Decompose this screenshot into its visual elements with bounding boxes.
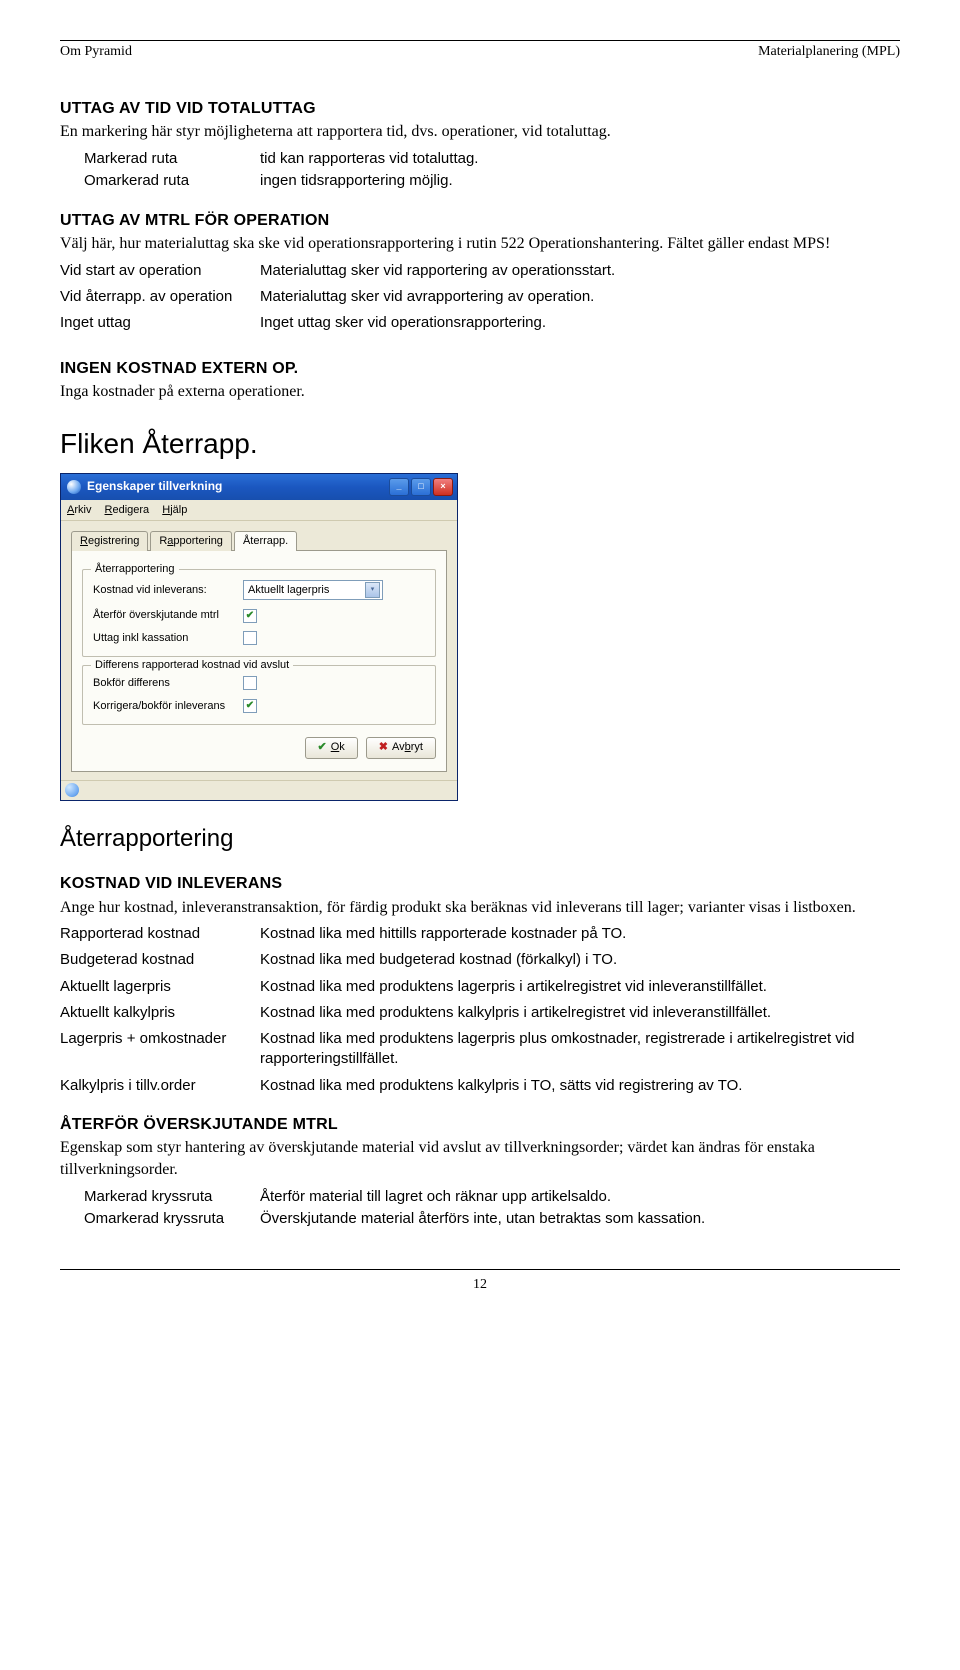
select-kostnad-vid-inleverans[interactable]: Aktuellt lagerpris ▾ [243,580,383,600]
app-icon [67,480,81,494]
header-right: Materialplanering (MPL) [758,43,900,62]
cancel-label: Avbryt [392,740,423,755]
definition-term: Vid återrapp. av operation [60,287,260,307]
definition-desc: Inget uttag sker vid operationsrapporter… [260,313,900,333]
tab-aterrapp[interactable]: Återrapp. [234,531,297,551]
header-left: Om Pyramid [60,43,132,62]
definition-term: Aktuellt kalkylpris [60,1003,260,1023]
menu-arkiv[interactable]: Arkiv [67,503,91,518]
definition-row: Vid start av operation Materialuttag ske… [60,261,900,281]
dialog-statusbar [61,780,457,800]
fieldset-aterrapportering: Återrapportering Kostnad vid inleverans:… [82,569,436,657]
definition-row: Omarkerad ruta ingen tidsrapportering mö… [60,171,900,191]
definition-row: Lagerpris + omkostnader Kostnad lika med… [60,1029,900,1070]
chevron-down-icon: ▾ [365,582,380,598]
select-value: Aktuellt lagerpris [248,583,329,598]
definition-term: Budgeterad kostnad [60,950,260,970]
definition-term: Markerad kryssruta [60,1187,260,1207]
checkbox-aterfor-overskjutande[interactable]: ✔ [243,609,257,623]
menu-redigera[interactable]: Redigera [105,503,150,518]
heading-fliken-aterrapp: Fliken Återrapp. [60,425,900,463]
definition-desc: Överskjutande material återförs inte, ut… [260,1209,900,1229]
cross-icon: ✖ [379,740,388,755]
definition-desc: Återför material till lagret och räknar … [260,1187,900,1207]
definition-term: Omarkerad ruta [60,171,260,191]
definition-row: Rapporterad kostnad Kostnad lika med hit… [60,924,900,944]
tab-rapportering[interactable]: Rapportering [150,531,232,551]
definition-term: Aktuellt lagerpris [60,977,260,997]
definition-row: Budgeterad kostnad Kostnad lika med budg… [60,950,900,970]
tab-panel: Återrapportering Kostnad vid inleverans:… [71,550,447,771]
label-aterfor-overskjutande: Återför överskjutande mtrl [93,608,243,623]
definition-row: Markerad ruta tid kan rapporteras vid to… [60,149,900,169]
definition-term: Vid start av operation [60,261,260,281]
section-title-kostnad-vid-inleverans: KOSTNAD VID INLEVERANS [60,873,900,895]
menu-hjalp[interactable]: Hjälp [162,503,187,518]
definition-desc: Materialuttag sker vid rapportering av o… [260,261,900,281]
definition-desc: tid kan rapporteras vid totaluttag. [260,149,900,169]
definition-desc: Kostnad lika med budgeterad kostnad (för… [260,950,900,970]
section-intro-ingen-kostnad: Inga kostnader på externa operationer. [60,381,900,403]
definition-desc: Kostnad lika med produktens kalkylpris i… [260,1076,900,1096]
page-header: Om Pyramid Materialplanering (MPL) [60,43,900,62]
definition-term: Lagerpris + omkostnader [60,1029,260,1070]
label-kostnad-vid-inleverans: Kostnad vid inleverans: [93,583,243,598]
definition-row: Inget uttag Inget uttag sker vid operati… [60,313,900,333]
section-title-uttag-mtrl: UTTAG AV MTRL FÖR OPERATION [60,210,900,232]
minimize-icon[interactable]: _ [389,478,409,496]
definition-desc: Kostnad lika med produktens lagerpris pl… [260,1029,900,1070]
fieldset-differens: Differens rapporterad kostnad vid avslut… [82,665,436,725]
definition-desc: Kostnad lika med produktens lagerpris i … [260,977,900,997]
section-intro-aterfor-overskjutande: Egenskap som styr hantering av överskjut… [60,1137,900,1180]
fieldset-legend: Återrapportering [91,562,179,577]
definition-row: Kalkylpris i tillv.order Kostnad lika me… [60,1076,900,1096]
check-icon: ✔ [318,740,327,755]
page-number: 12 [473,1277,487,1292]
definition-row: Aktuellt lagerpris Kostnad lika med prod… [60,977,900,997]
section-intro-uttag-tid: En markering här styr möjligheterna att … [60,121,900,143]
ok-label: Ok [331,740,345,755]
checkbox-bokfor-differens[interactable] [243,676,257,690]
tab-registrering[interactable]: Registrering [71,531,148,551]
dialog-title: Egenskaper tillverkning [87,478,389,494]
page-footer: 12 [60,1269,900,1295]
section-title-aterfor-overskjutande: ÅTERFÖR ÖVERSKJUTANDE MTRL [60,1114,900,1136]
ok-button[interactable]: ✔ Ok [305,737,358,759]
definition-desc: Kostnad lika med hittills rapporterade k… [260,924,900,944]
fieldset-legend: Differens rapporterad kostnad vid avslut [91,658,293,673]
section-title-uttag-tid: UTTAG AV TID VID TOTALUTTAG [60,98,900,120]
section-intro-uttag-mtrl: Välj här, hur materialuttag ska ske vid … [60,233,900,255]
definition-term: Inget uttag [60,313,260,333]
definition-term: Kalkylpris i tillv.order [60,1076,260,1096]
definition-row: Aktuellt kalkylpris Kostnad lika med pro… [60,1003,900,1023]
label-korrigera-bokfor: Korrigera/bokför inleverans [93,699,243,714]
checkbox-korrigera-bokfor[interactable]: ✔ [243,699,257,713]
definition-row: Markerad kryssruta Återför material till… [60,1187,900,1207]
definition-desc: ingen tidsrapportering möjlig. [260,171,900,191]
dialog-titlebar[interactable]: Egenskaper tillverkning _ □ × [61,474,457,500]
definition-term: Markerad ruta [60,149,260,169]
dialog-window: Egenskaper tillverkning _ □ × Arkiv Redi… [60,473,458,801]
definition-term: Rapporterad kostnad [60,924,260,944]
section-intro-kostnad-vid-inleverans: Ange hur kostnad, inleveranstransaktion,… [60,897,900,919]
definition-row: Omarkerad kryssruta Överskjutande materi… [60,1209,900,1229]
close-icon[interactable]: × [433,478,453,496]
definition-row: Vid återrapp. av operation Materialuttag… [60,287,900,307]
label-uttag-inkl-kassation: Uttag inkl kassation [93,631,243,646]
info-icon [65,783,79,797]
checkbox-uttag-inkl-kassation[interactable] [243,631,257,645]
definition-desc: Kostnad lika med produktens kalkylpris i… [260,1003,900,1023]
heading-aterrapportering: Återrapportering [60,823,900,855]
cancel-button[interactable]: ✖ Avbryt [366,737,436,759]
label-bokfor-differens: Bokför differens [93,676,243,691]
definition-desc: Materialuttag sker vid avrapportering av… [260,287,900,307]
section-title-ingen-kostnad: INGEN KOSTNAD EXTERN OP. [60,358,900,380]
maximize-icon[interactable]: □ [411,478,431,496]
definition-term: Omarkerad kryssruta [60,1209,260,1229]
dialog-menubar: Arkiv Redigera Hjälp [61,500,457,522]
